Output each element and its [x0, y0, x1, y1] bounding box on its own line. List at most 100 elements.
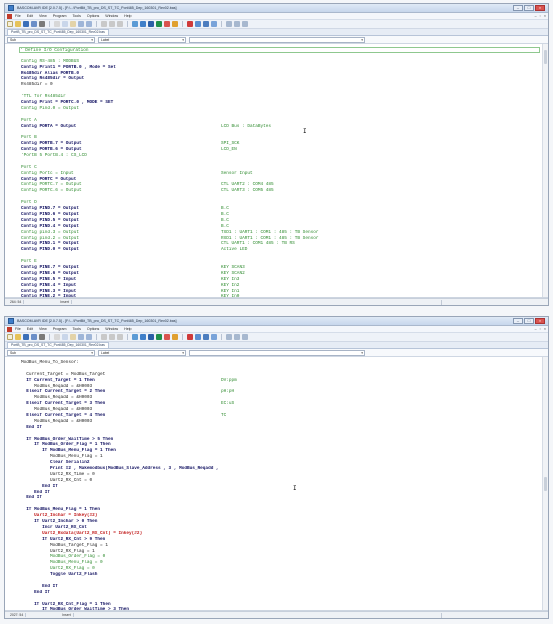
menu-file[interactable]: File	[15, 14, 21, 18]
save-icon[interactable]	[23, 334, 29, 340]
find-icon[interactable]	[101, 21, 107, 27]
mdi-minimize-icon[interactable]: –	[535, 14, 537, 18]
document-icon[interactable]	[7, 13, 12, 19]
menu-window[interactable]: Window	[105, 327, 118, 331]
document-tab[interactable]: PortB_TB_pro_DS_ST_TC_Port485_Dep_160301…	[7, 342, 109, 348]
title-bar[interactable]: BASCOM-AVR IDE [2.0.7.5] - [F:\...\PortB…	[5, 317, 548, 326]
menu-edit[interactable]: Edit	[27, 14, 33, 18]
new-file-icon[interactable]	[7, 334, 13, 340]
bookmark-icon[interactable]	[187, 334, 193, 340]
scroll-thumb[interactable]	[544, 50, 547, 64]
menu-window[interactable]: Window	[105, 14, 118, 18]
undo-icon[interactable]	[78, 21, 84, 27]
menu-tools[interactable]: Tools	[73, 14, 81, 18]
member-select[interactable]: ▾	[189, 349, 365, 356]
menu-help[interactable]: Help	[124, 14, 131, 18]
pin-config-icon[interactable]	[203, 21, 209, 27]
index-icon[interactable]	[234, 334, 240, 340]
minimize-button[interactable]: –	[513, 5, 523, 11]
copy-icon[interactable]	[62, 334, 68, 340]
program-chip-icon[interactable]	[164, 334, 170, 340]
open-folder-icon[interactable]	[15, 334, 21, 340]
indent-icon[interactable]	[109, 334, 115, 340]
bookmark-icon[interactable]	[187, 21, 193, 27]
paste-icon[interactable]	[70, 21, 76, 27]
menu-help[interactable]: Help	[124, 327, 131, 331]
code-editor[interactable]: ' Define I/O Configuration Config RS-485 …	[5, 44, 548, 298]
scroll-thumb[interactable]	[544, 477, 547, 491]
redo-icon[interactable]	[86, 21, 92, 27]
menu-view[interactable]: View	[39, 327, 47, 331]
pin-config-icon[interactable]	[203, 334, 209, 340]
new-file-icon[interactable]	[7, 21, 13, 27]
bitmap-icon[interactable]	[211, 21, 217, 27]
save-all-icon[interactable]	[31, 334, 37, 340]
code-editor[interactable]: ModBus_Menu_To_Sensor: Current_Target = …	[5, 357, 548, 611]
sub-select[interactable]: Sub ▾	[7, 36, 95, 43]
menu-tools[interactable]: Tools	[73, 327, 81, 331]
compile-icon[interactable]	[140, 334, 146, 340]
cut-icon[interactable]	[54, 334, 60, 340]
menu-edit[interactable]: Edit	[27, 327, 33, 331]
syntax-check-icon[interactable]	[132, 21, 138, 27]
maximize-button[interactable]: □	[524, 5, 534, 11]
close-button[interactable]: ×	[535, 318, 545, 324]
mdi-minimize-icon[interactable]: –	[535, 327, 537, 331]
cursor-position: 2027: 54	[8, 613, 27, 617]
print-icon[interactable]	[39, 21, 45, 27]
title-bar[interactable]: BASCOM-AVR IDE [2.0.7.5] - [F:\...\PortB…	[5, 4, 548, 13]
bitmap-icon[interactable]	[211, 334, 217, 340]
copy-icon[interactable]	[62, 21, 68, 27]
menu-file[interactable]: File	[15, 327, 21, 331]
code-remark	[220, 48, 539, 52]
save-icon[interactable]	[23, 21, 29, 27]
close-button[interactable]: ×	[535, 5, 545, 11]
document-icon[interactable]	[7, 326, 12, 332]
vertical-scrollbar[interactable]	[542, 357, 548, 610]
simulate-icon[interactable]	[156, 21, 162, 27]
terminal-icon[interactable]	[172, 334, 178, 340]
terminal-icon[interactable]	[172, 21, 178, 27]
help-icon[interactable]	[226, 334, 232, 340]
label-select[interactable]: Label ▾	[98, 349, 186, 356]
menu-options[interactable]: Options	[87, 14, 99, 18]
document-tab[interactable]: PortB_TB_pro_DS_ST_TC_Port485_Dep_160301…	[7, 29, 109, 35]
outdent-icon[interactable]	[117, 21, 123, 27]
menu-program[interactable]: Program	[53, 14, 67, 18]
mdi-restore-icon[interactable]: ▫	[540, 14, 541, 18]
save-all-icon[interactable]	[31, 21, 37, 27]
index-icon[interactable]	[234, 21, 240, 27]
undo-icon[interactable]	[78, 334, 84, 340]
indent-icon[interactable]	[109, 21, 115, 27]
syntax-check-icon[interactable]	[132, 334, 138, 340]
label-select[interactable]: Label ▾	[98, 36, 186, 43]
find-icon[interactable]	[101, 334, 107, 340]
paste-icon[interactable]	[70, 334, 76, 340]
minimize-button[interactable]: –	[513, 318, 523, 324]
menu-view[interactable]: View	[39, 14, 47, 18]
member-select[interactable]: ▾	[189, 36, 365, 43]
report-icon[interactable]	[148, 21, 154, 27]
lcd-designer-icon[interactable]	[195, 21, 201, 27]
redo-icon[interactable]	[86, 334, 92, 340]
outdent-icon[interactable]	[117, 334, 123, 340]
open-folder-icon[interactable]	[15, 21, 21, 27]
mdi-close-icon[interactable]: ×	[544, 327, 546, 331]
about-icon[interactable]	[242, 334, 248, 340]
print-icon[interactable]	[39, 334, 45, 340]
cut-icon[interactable]	[54, 21, 60, 27]
menu-program[interactable]: Program	[53, 327, 67, 331]
menu-options[interactable]: Options	[87, 327, 99, 331]
lcd-designer-icon[interactable]	[195, 334, 201, 340]
about-icon[interactable]	[242, 21, 248, 27]
mdi-close-icon[interactable]: ×	[544, 14, 546, 18]
compile-icon[interactable]	[140, 21, 146, 27]
program-chip-icon[interactable]	[164, 21, 170, 27]
help-icon[interactable]	[226, 21, 232, 27]
sub-select[interactable]: Sub ▾	[7, 349, 95, 356]
report-icon[interactable]	[148, 334, 154, 340]
simulate-icon[interactable]	[156, 334, 162, 340]
vertical-scrollbar[interactable]	[542, 44, 548, 297]
maximize-button[interactable]: □	[524, 318, 534, 324]
mdi-restore-icon[interactable]: ▫	[540, 327, 541, 331]
